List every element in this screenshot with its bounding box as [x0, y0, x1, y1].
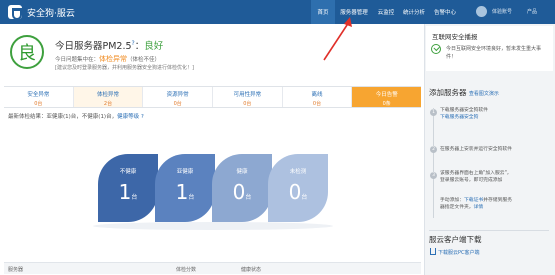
- drop-value: 0: [288, 180, 302, 204]
- divider: [429, 230, 549, 231]
- add-server-title: 添加服务器: [429, 88, 467, 97]
- server-table-header: 服务器 体检分数 健康状态: [4, 262, 421, 274]
- drop-value: 1: [175, 180, 189, 204]
- add-server-section: 添加服务器 查看图文演示: [429, 87, 499, 98]
- step-number: 2: [430, 146, 437, 153]
- manual-prefix: 手动添加：: [440, 198, 464, 203]
- drop-value-unchecked: 0台: [268, 180, 328, 204]
- drop-value-healthy: 0台: [212, 180, 272, 204]
- drop-label-subhealthy: 亚健康: [176, 169, 194, 175]
- download-icon: [430, 248, 436, 255]
- drop-unit: 台: [301, 194, 308, 201]
- column-header-score[interactable]: 体检分数: [176, 266, 196, 273]
- manual-mid: 并存储到服务: [483, 198, 512, 203]
- manual-line2: 器指定文件夹，: [440, 205, 474, 210]
- step-1-text: 下载服务器安全狗软件 下载服务器安全狗: [440, 107, 488, 121]
- step-number: 3: [430, 172, 437, 179]
- drop-shadow: [93, 222, 333, 230]
- drop-unit: 台: [245, 194, 252, 201]
- details-link[interactable]: 详情: [474, 205, 484, 210]
- column-header-server[interactable]: 服务器: [8, 266, 23, 273]
- drop-value-unhealthy: 1台: [98, 180, 158, 204]
- step-2-text: 在服务器上安装并运行安全狗软件: [440, 147, 512, 152]
- download-pc-client-link[interactable]: 下载服云PC客户端: [438, 249, 480, 256]
- drop-unit: 台: [131, 194, 138, 201]
- view-demo-link[interactable]: 查看图文演示: [469, 91, 499, 97]
- security-broadcast-title: 互联网安全播报: [432, 33, 478, 41]
- step-line: 该服务器界面右上角"加入服云"，: [440, 171, 512, 176]
- drop-value-subhealthy: 1台: [155, 180, 215, 204]
- drop-label-unchecked: 未检测: [289, 169, 307, 175]
- steps-connector: [433, 108, 434, 218]
- manual-add-text: 手动添加：下载证书并存储到服务 器指定文件夹，详情: [440, 197, 512, 211]
- step-line: 下载服务器安全狗软件: [440, 108, 488, 113]
- client-download-title: 服云客户端下载: [429, 235, 482, 244]
- drop-value: 0: [232, 180, 246, 204]
- step-3-text: 该服务器界面右上角"加入服云"， 登录服云账号，即可完成添加: [440, 170, 512, 184]
- column-header-health[interactable]: 健康状态: [241, 266, 261, 273]
- drop-unit: 台: [188, 194, 195, 201]
- download-certificate-link[interactable]: 下载证书: [464, 198, 483, 203]
- download-agent-link[interactable]: 下载服务器安全狗: [440, 114, 488, 121]
- step-number: 1: [430, 109, 437, 116]
- drop-label-unhealthy: 不健康: [119, 169, 137, 175]
- step-line: 登录服云账号，即可完成添加: [440, 178, 503, 183]
- security-broadcast-text: 今日互联网安全环境良好，暂未发生重大事件！: [446, 46, 542, 60]
- drop-value: 1: [118, 180, 132, 204]
- check-circle-icon: [431, 44, 441, 54]
- drop-label-healthy: 健康: [236, 169, 248, 175]
